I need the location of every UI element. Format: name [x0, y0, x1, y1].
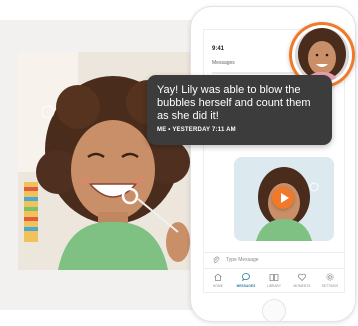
tab-messages[interactable]: MESSAGES: [232, 269, 260, 292]
chat-icon: [242, 273, 250, 282]
tab-bar: HOME MESSAGES LIBRARY MOMENTS SETTINGS: [204, 268, 344, 292]
status-time: 9:41: [212, 46, 225, 52]
avatar-photo: [295, 28, 349, 82]
tab-moments-label: MOMENTS: [293, 284, 311, 288]
message-bubble: Yay! Lily was able to blow the bubbles h…: [147, 75, 332, 145]
gear-icon: [326, 273, 334, 281]
tab-home[interactable]: HOME: [204, 269, 232, 292]
tab-moments[interactable]: MOMENTS: [288, 269, 316, 292]
tab-settings[interactable]: SETTINGS: [316, 269, 344, 292]
heart-icon: [298, 273, 306, 282]
paperclip-icon[interactable]: [212, 256, 220, 264]
message-timestamp: ME • YESTERDAY 7:11 AM: [157, 127, 236, 133]
tab-messages-label: MESSAGES: [236, 284, 256, 288]
tab-home-label: HOME: [213, 284, 223, 288]
messages-header: Messages: [212, 60, 235, 66]
tab-library[interactable]: LIBRARY: [260, 269, 288, 292]
phone-home-button: [262, 299, 286, 321]
book-icon: [269, 274, 279, 281]
message-text: Yay! Lily was able to blow the bubbles h…: [157, 84, 311, 122]
play-button[interactable]: [272, 187, 294, 209]
home-icon: [214, 273, 222, 281]
message-input[interactable]: [226, 255, 336, 265]
compose-bar: [204, 252, 344, 267]
tab-library-label: LIBRARY: [266, 284, 282, 288]
video-message-thumbnail[interactable]: [234, 157, 334, 241]
tab-settings-label: SETTINGS: [321, 284, 339, 288]
